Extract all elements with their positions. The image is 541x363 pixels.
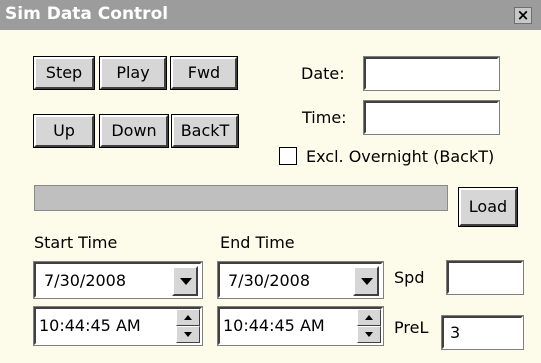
close-icon: ×	[516, 6, 530, 24]
end-date-combo[interactable]: 7/30/2008	[217, 261, 384, 299]
prel-label: PreL	[394, 318, 429, 337]
start-date-combo[interactable]: 7/30/2008	[33, 261, 203, 299]
end-date-value: 7/30/2008	[228, 271, 311, 290]
excl-overnight-checkbox[interactable]	[279, 147, 297, 165]
up-button[interactable]: Up	[33, 114, 95, 148]
sim-data-control-window: Sim Data Control × Step Play Fwd Up Down…	[0, 0, 541, 363]
start-date-value: 7/30/2008	[44, 271, 127, 290]
end-time-label: End Time	[220, 233, 295, 252]
chevron-down-icon[interactable]	[172, 266, 198, 296]
spin-up-icon[interactable]	[357, 309, 381, 326]
spin-up-icon[interactable]	[176, 309, 200, 326]
spin-down-icon[interactable]	[176, 326, 200, 343]
end-time-value: 10:44:45 AM	[223, 316, 325, 335]
play-button[interactable]: Play	[99, 56, 167, 90]
title-bar: Sim Data Control ×	[0, 0, 541, 30]
date-field[interactable]	[363, 56, 500, 91]
chevron-down-icon[interactable]	[353, 266, 379, 296]
end-time-spinner[interactable]: 10:44:45 AM	[217, 306, 384, 346]
spd-field[interactable]	[446, 260, 524, 295]
backt-button[interactable]: BackT	[171, 114, 239, 148]
close-button[interactable]: ×	[514, 7, 532, 24]
start-time-spinner[interactable]: 10:44:45 AM	[33, 306, 203, 346]
load-button[interactable]: Load	[458, 187, 518, 227]
time-label: Time:	[302, 108, 347, 127]
spd-label: Spd	[394, 268, 425, 287]
prel-value: 3	[450, 323, 461, 342]
excl-overnight-label: Excl. Overnight (BackT)	[306, 147, 495, 166]
date-label: Date:	[301, 64, 345, 83]
start-time-spin-buttons	[176, 309, 200, 343]
step-button[interactable]: Step	[33, 56, 95, 90]
down-button[interactable]: Down	[99, 114, 169, 148]
end-time-spin-buttons	[357, 309, 381, 343]
start-time-label: Start Time	[34, 233, 118, 252]
start-time-value: 10:44:45 AM	[39, 316, 141, 335]
spin-down-icon[interactable]	[357, 326, 381, 343]
window-title: Sim Data Control	[5, 4, 169, 24]
fwd-button[interactable]: Fwd	[170, 56, 238, 90]
prel-field[interactable]: 3	[441, 315, 524, 350]
progress-bar	[34, 185, 448, 211]
time-field[interactable]	[363, 100, 500, 135]
